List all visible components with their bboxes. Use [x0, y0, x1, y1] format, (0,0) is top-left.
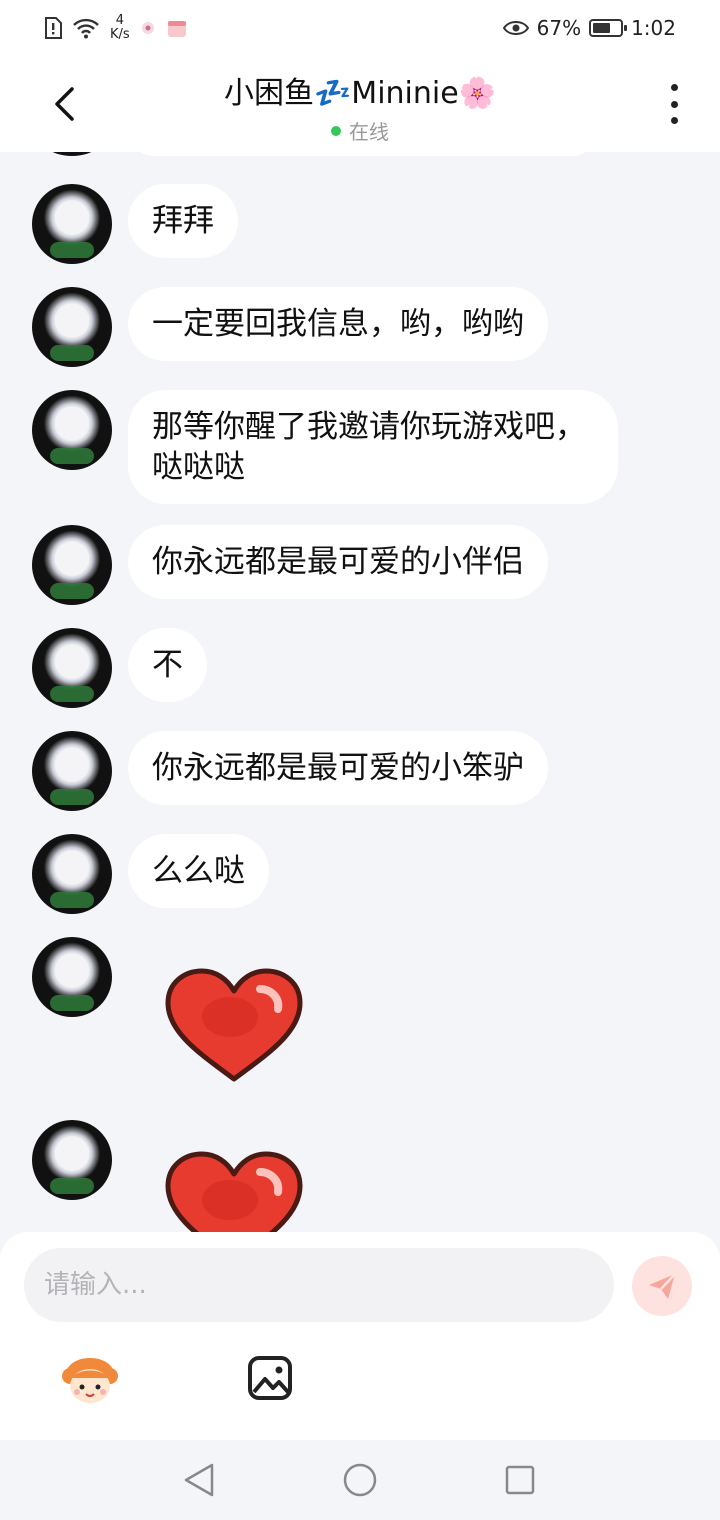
- emoji-sticker-icon[interactable]: [58, 1352, 122, 1408]
- network-speed: 4 K/s: [110, 14, 130, 42]
- avatar: [32, 152, 112, 156]
- app-notification-icon: [141, 22, 154, 34]
- system-navigation-bar: [0, 1440, 720, 1520]
- send-icon: [649, 1273, 676, 1299]
- message-bubble[interactable]: 你永远都是最可爱的小笨驴: [128, 731, 548, 805]
- chat-message-list[interactable]: 拜拜 一定要回我信息，哟，哟哟 那等你醒了我邀请你玩游戏吧，哒哒哒 你永远都是最…: [0, 152, 720, 1232]
- message-bubble[interactable]: 拜拜: [128, 184, 238, 258]
- avatar[interactable]: [32, 184, 112, 264]
- avatar[interactable]: [32, 937, 112, 1017]
- avatar[interactable]: [32, 287, 112, 367]
- message-bubble[interactable]: 一定要回我信息，哟，哟哟: [128, 287, 548, 361]
- dot-icon: [670, 117, 678, 124]
- message-bubble[interactable]: 那等你醒了我邀请你玩游戏吧，哒哒哒: [128, 390, 618, 504]
- battery-icon: [589, 19, 628, 37]
- battery-percent: 67%: [536, 16, 582, 40]
- heart-sticker-icon[interactable]: [162, 1150, 306, 1232]
- network-speed-value: 4: [115, 13, 124, 28]
- battery-fill: [593, 23, 611, 33]
- more-options-button[interactable]: [662, 84, 686, 124]
- chevron-left-icon: [55, 87, 74, 121]
- gift-notification-icon: [167, 21, 186, 37]
- message-bubble: [128, 152, 598, 156]
- heart-sticker-icon[interactable]: [162, 967, 306, 1085]
- contact-name: 小困鱼💤Mininie🌸: [223, 76, 497, 111]
- message-bubble[interactable]: 不: [128, 628, 207, 702]
- online-dot-icon: [331, 125, 341, 136]
- clock: 1:02: [631, 16, 676, 40]
- contact-info[interactable]: 小困鱼💤Mininie🌸 在线: [140, 68, 580, 145]
- status-bar: 4 K/s 67% 1:02: [0, 0, 720, 56]
- avatar[interactable]: [32, 834, 112, 914]
- chat-header: 小困鱼💤Mininie🌸 在线: [0, 56, 720, 152]
- nav-recent-apps-icon[interactable]: [504, 1464, 536, 1496]
- sim-alert-icon: [45, 17, 62, 39]
- avatar[interactable]: [32, 390, 112, 470]
- avatar[interactable]: [32, 525, 112, 605]
- dot-icon: [670, 100, 678, 108]
- avatar[interactable]: [32, 731, 112, 811]
- back-button[interactable]: [40, 78, 88, 130]
- eye-comfort-icon: [502, 21, 529, 35]
- image-picker-icon[interactable]: [246, 1354, 294, 1402]
- online-status: 在线: [140, 116, 580, 145]
- nav-home-icon[interactable]: [342, 1462, 378, 1498]
- message-bubble[interactable]: 么么哒: [128, 834, 269, 908]
- nav-back-icon[interactable]: [182, 1462, 216, 1498]
- message-input[interactable]: [24, 1248, 614, 1322]
- send-button[interactable]: [632, 1256, 692, 1316]
- avatar[interactable]: [32, 1120, 112, 1200]
- input-panel: [0, 1232, 720, 1440]
- message-bubble[interactable]: 你永远都是最可爱的小伴侣: [128, 525, 548, 599]
- avatar[interactable]: [32, 628, 112, 708]
- online-status-label: 在线: [349, 120, 389, 144]
- dot-icon: [670, 84, 678, 91]
- wifi-icon: [73, 18, 99, 39]
- network-speed-unit: K/s: [110, 27, 130, 42]
